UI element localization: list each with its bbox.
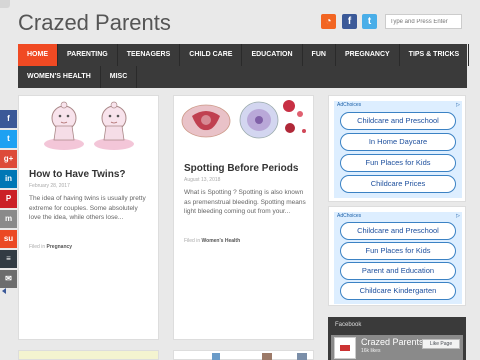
post-category-link[interactable]: Pregnancy [47,244,73,250]
twins-image[interactable] [19,96,158,161]
googleplus-share-button[interactable]: g+ [0,150,17,168]
nav-item-teenagers[interactable]: TEENAGERS [118,44,181,66]
nav-item-education[interactable]: EDUCATION [242,44,303,66]
nav-item-womens-health[interactable]: WOMEN'S HEALTH [18,66,101,88]
post-title[interactable]: How to Have Twins? [29,169,126,180]
ad-link[interactable]: In Home Daycare [340,133,456,151]
facebook-widget: Facebook Crazed Parents 16k likes Like P… [328,317,466,360]
nav-item-home[interactable]: HOME [18,44,58,66]
facebook-page-avatar[interactable] [334,337,356,359]
facebook-icon[interactable]: f [342,14,357,29]
email-share-button[interactable]: ✉ [0,270,17,288]
rss-icon[interactable]: ◔ [321,14,336,29]
avatar-logo-icon [340,345,350,351]
mix-share-button[interactable]: m [0,210,17,228]
teaser-thumb [262,353,272,360]
nav-item-fun[interactable]: FUN [303,44,336,66]
nav-item-parenting[interactable]: PARENTING [58,44,118,66]
main-nav: HOME PARENTING TEENAGERS CHILD CARE EDUC… [18,44,470,88]
adchoices-label[interactable]: AdChoices [337,102,361,108]
post-excerpt: What is Spotting ? Spotting is also know… [184,189,306,215]
twitter-icon[interactable]: t [362,14,377,29]
facebook-page-cover[interactable]: Crazed Parents 16k likes Like Page [331,335,463,360]
twitter-share-button[interactable]: t [0,130,17,148]
search-input[interactable] [385,14,462,29]
facebook-widget-title: Facebook [335,322,362,328]
nav-item-misc[interactable]: MISC [101,66,138,88]
filed-label: Filed in [29,244,46,250]
post-filed-in: Filed in Women's Health [184,238,240,244]
post-card-teaser[interactable] [173,350,314,360]
filed-label: Filed in [184,238,201,244]
collapse-share-arrow-icon[interactable] [2,288,6,294]
pinterest-share-button[interactable]: P [0,190,17,208]
corner-tab [0,0,10,8]
teaser-thumb [212,353,220,360]
facebook-like-button[interactable]: Like Page [422,339,460,349]
post-card-twins: How to Have Twins? February 28, 2017 The… [18,95,159,340]
linkedin-share-button[interactable]: in [0,170,17,188]
post-card-spotting: Spotting Before Periods August 13, 2018 … [173,95,314,340]
buffer-share-button[interactable]: ≡ [0,250,17,268]
post-date: February 28, 2017 [29,183,70,189]
stumbleupon-share-button[interactable]: su [0,230,17,248]
adchoices-label[interactable]: AdChoices [337,213,361,219]
ad-link[interactable]: Childcare Prices [340,175,456,193]
post-title[interactable]: Spotting Before Periods [184,163,298,174]
ad-widget-1: AdChoices ▷ Childcare and Preschool In H… [328,95,466,202]
nav-item-tips-tricks[interactable]: TIPS & TRICKS [400,44,470,66]
ad-link[interactable]: Fun Places for Kids [340,154,456,172]
nav-row-2: WOMEN'S HEALTH MISC [18,66,467,88]
ad-link[interactable]: Parent and Education [340,262,456,280]
ad-close-icon[interactable]: ▷ [456,102,460,108]
post-excerpt: The idea of having twins is usually pret… [29,195,146,221]
post-filed-in: Filed in Pregnancy [29,244,72,250]
teaser-thumb [297,353,307,360]
ad-box: AdChoices ▷ Childcare and Preschool In H… [334,101,462,198]
ad-close-icon[interactable]: ▷ [456,213,460,219]
nav-row-1: HOME PARENTING TEENAGERS CHILD CARE EDUC… [18,44,470,66]
facebook-likes-count: 16k likes [361,348,381,354]
ad-box: AdChoices ▷ Childcare and Preschool Fun … [334,212,462,304]
facebook-page-name[interactable]: Crazed Parents [361,337,424,347]
ad-widget-2: AdChoices ▷ Childcare and Preschool Fun … [328,206,466,306]
spotting-image[interactable] [174,96,313,146]
ad-link[interactable]: Childcare and Preschool [340,222,456,240]
site-title[interactable]: Crazed Parents [18,10,171,36]
ad-link[interactable]: Childcare and Preschool [340,112,456,130]
post-card-teaser[interactable] [18,350,159,360]
nav-item-pregnancy[interactable]: PREGNANCY [336,44,400,66]
ad-link[interactable]: Childcare Kindergarten [340,282,456,300]
ad-link[interactable]: Fun Places for Kids [340,242,456,260]
post-category-link[interactable]: Women's Health [202,238,241,244]
facebook-share-button[interactable]: f [0,110,17,128]
post-date: August 13, 2018 [184,177,221,183]
nav-item-child-care[interactable]: CHILD CARE [180,44,243,66]
share-bar: f t g+ in Pm su ≡ ✉ [0,110,17,290]
